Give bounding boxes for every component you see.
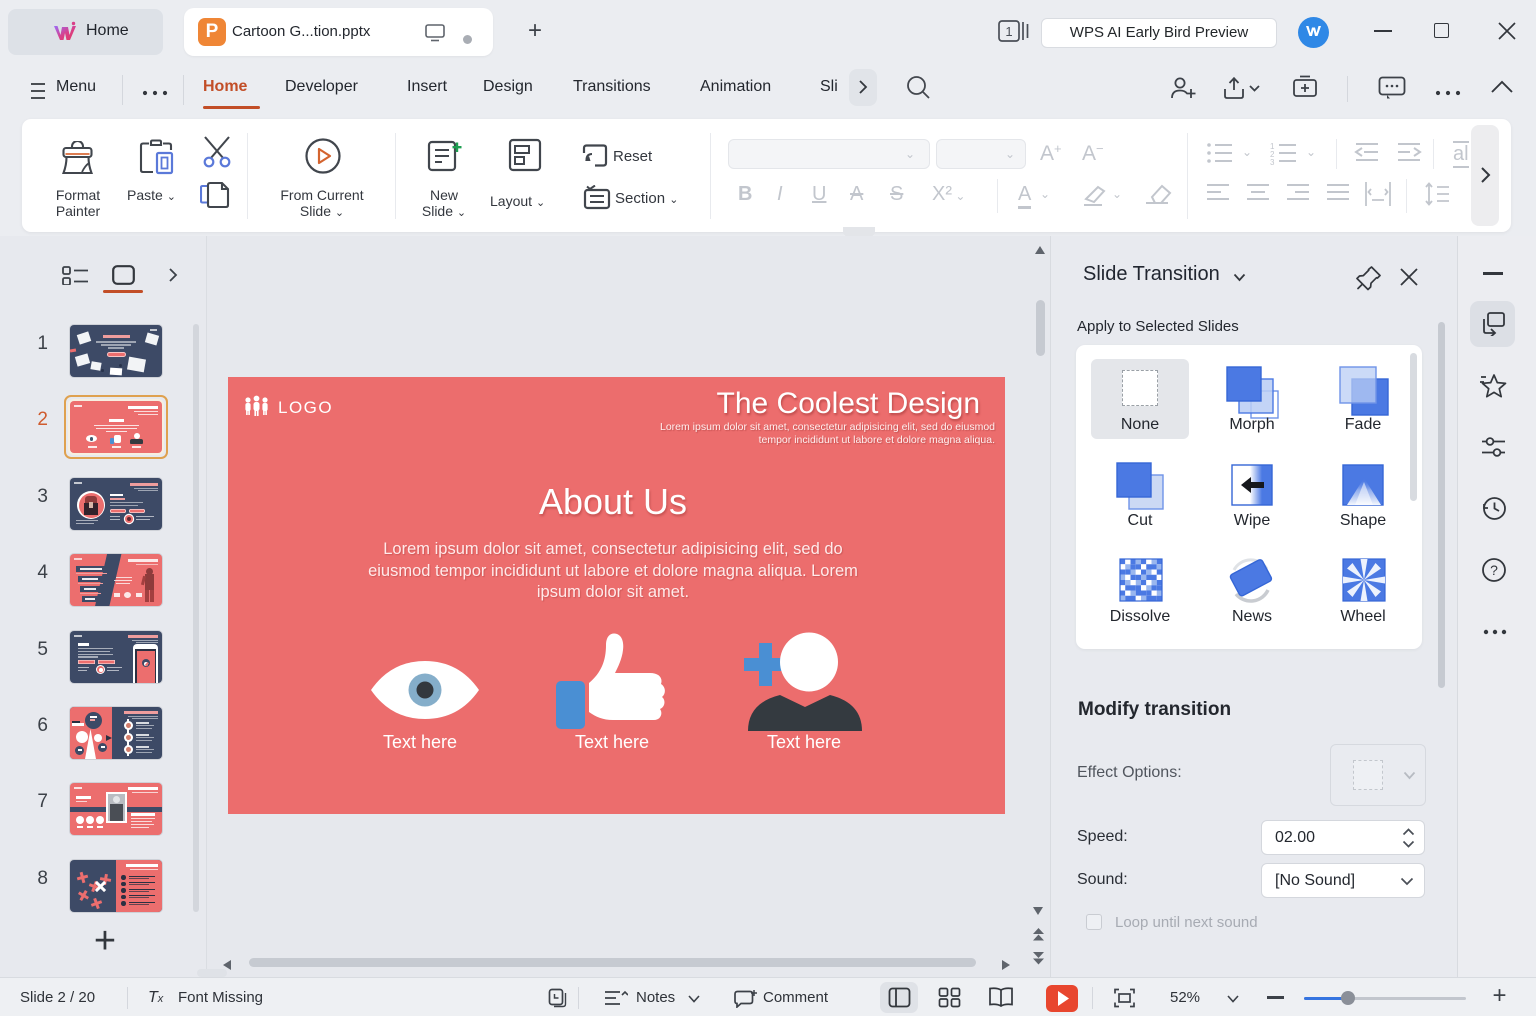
svg-text:3: 3 <box>1270 158 1275 165</box>
svg-text:1: 1 <box>1005 24 1012 39</box>
svg-text:?: ? <box>1490 562 1498 578</box>
